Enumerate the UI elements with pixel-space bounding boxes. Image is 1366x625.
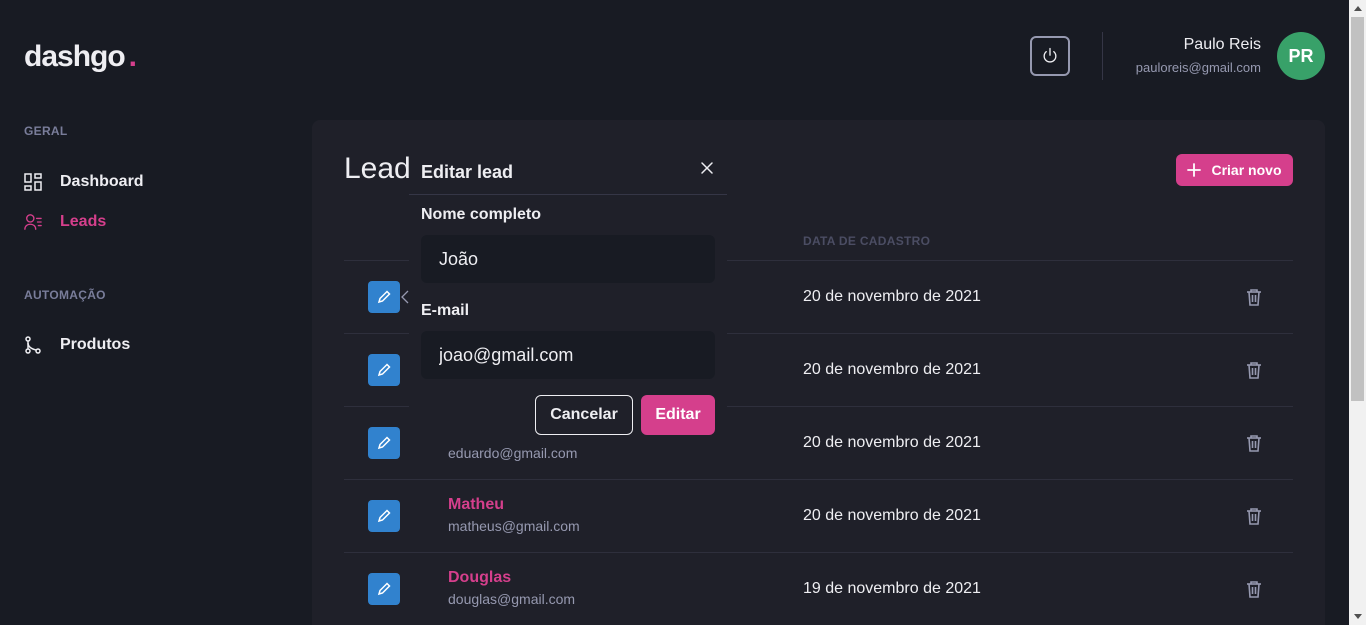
lead-date: 20 de novembro de 2021 [803,361,981,378]
email-input[interactable] [421,331,715,379]
header-divider [1102,32,1103,80]
sidebar-section-automacao: AUTOMAÇÃO [24,288,106,302]
edit-button[interactable] [368,354,400,386]
lead-date: 20 de novembro de 2021 [803,288,981,305]
edit-lead-popover: Editar lead Nome completo E-mail Cancela… [409,148,727,444]
scrollbar-thumb[interactable] [1351,17,1364,401]
pencil-icon [377,582,391,596]
scroll-up-arrow-icon[interactable] [1349,0,1366,17]
create-new-label: Criar novo [1211,162,1282,178]
user-email: pauloreis@gmail.com [1135,60,1261,75]
lead-email: douglas@gmail.com [448,591,576,607]
dashboard-icon [24,173,42,191]
logo-text: dashgo [24,40,126,73]
logo-dot: . [128,40,137,73]
modal-title: Editar lead [421,162,514,182]
pencil-icon [377,509,391,523]
email-label: E-mail [421,302,470,319]
edit-button[interactable] [368,427,400,459]
pencil-icon [377,363,391,377]
lead-name[interactable]: Douglas [448,569,511,587]
sidebar-item-label: Dashboard [60,173,144,190]
plus-icon [1187,163,1202,177]
users-icon [24,214,42,230]
lead-email: eduardo@gmail.com [448,445,578,461]
scrollbar[interactable] [1349,0,1366,625]
edit-button[interactable] [368,281,400,313]
cancel-button[interactable]: Cancelar [535,395,633,435]
avatar[interactable]: PR [1277,32,1325,80]
trash-icon[interactable] [1244,433,1264,453]
lead-date: 19 de novembro de 2021 [803,580,981,597]
close-icon[interactable] [699,160,715,176]
sidebar-item-label: Produtos [60,336,131,353]
logout-button[interactable] [1030,36,1070,76]
sidebar-section-geral: GERAL [24,124,68,138]
trash-icon[interactable] [1244,506,1264,526]
logo: dashgo. [24,40,137,74]
pencil-icon [377,436,391,450]
sidebar-item-dashboard[interactable]: Dashboard [24,173,144,191]
table-row: Matheu matheus@gmail.com 20 de novembro … [344,479,1293,552]
column-header-date: DATA DE CADASTRO [803,234,931,248]
trash-icon[interactable] [1244,579,1264,599]
modal-divider [409,194,727,195]
create-new-button[interactable]: Criar novo [1176,154,1293,186]
page-title: Lead [344,152,411,185]
name-label: Nome completo [421,206,542,223]
submit-edit-button[interactable]: Editar [641,395,715,435]
sidebar-item-produtos[interactable]: Produtos [24,336,130,354]
lead-name[interactable]: Matheu [448,496,504,514]
lead-email: matheus@gmail.com [448,518,580,534]
power-icon [1043,47,1057,63]
table-row: Douglas douglas@gmail.com 19 de novembro… [344,552,1293,625]
trash-icon[interactable] [1244,287,1264,307]
scroll-down-arrow-icon[interactable] [1349,608,1366,625]
user-info: Paulo Reis pauloreis@gmail.com [1136,36,1261,75]
sidebar-item-label: Leads [60,213,107,230]
user-name: Paulo Reis [1183,36,1261,53]
name-input[interactable] [421,235,715,283]
edit-button[interactable] [368,573,400,605]
sidebar-item-leads[interactable]: Leads [24,213,106,231]
git-branch-icon [25,336,41,354]
lead-date: 20 de novembro de 2021 [803,434,981,451]
trash-icon[interactable] [1244,360,1264,380]
lead-date: 20 de novembro de 2021 [803,507,981,524]
pencil-icon [377,290,391,304]
edit-button[interactable] [368,500,400,532]
